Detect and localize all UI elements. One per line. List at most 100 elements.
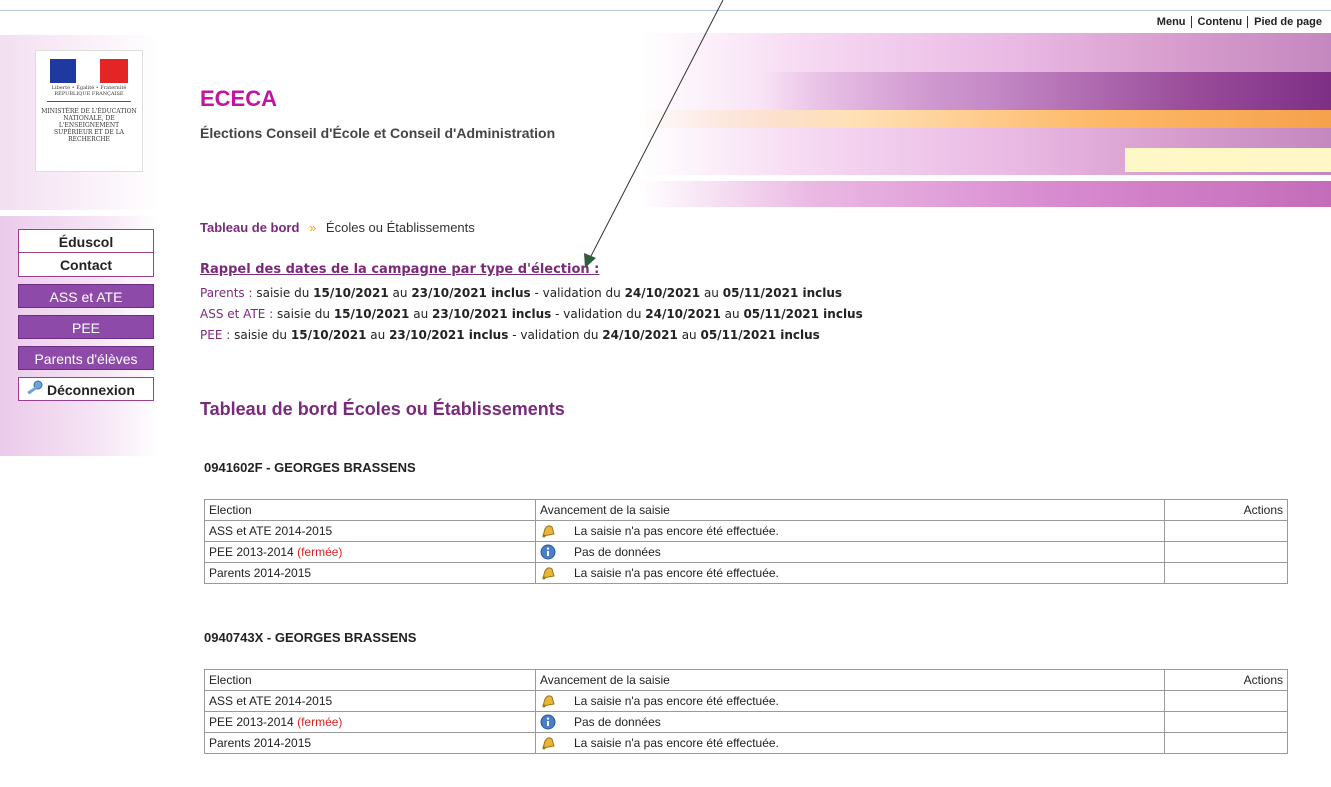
sidebar: Éduscol Contact ASS et ATE PEE Parents d… xyxy=(18,229,154,408)
campaign-date: 23/10/2021 inclus xyxy=(389,328,509,342)
status-text: La saisie n'a pas encore été effectuée. xyxy=(574,524,779,538)
campaign-text: au xyxy=(413,307,429,321)
campaign-text: - validation du xyxy=(512,328,599,342)
header-banner-yellow-block xyxy=(1125,148,1331,172)
dashboard-title: Tableau de bord Écoles ou Établissements xyxy=(200,399,565,419)
app-title: ECECA xyxy=(200,86,278,111)
campaign-date: 15/10/2021 xyxy=(290,328,367,342)
closed-badge: (fermée) xyxy=(297,715,343,729)
column-header-election: Election xyxy=(204,499,536,521)
campaign-text: au xyxy=(703,286,719,300)
table-row[interactable]: ASS et ATE 2014-2015 La saisie n'a pas en… xyxy=(204,520,1288,542)
table-header-row: Election Avancement de la saisie Actions xyxy=(204,499,1288,521)
status-text: La saisie n'a pas encore été effectuée. xyxy=(574,694,779,708)
progress-cell: La saisie n'a pas encore été effectuée. xyxy=(534,690,1166,712)
election-name: ASS et ATE 2014-2015 xyxy=(209,524,333,538)
sidebar-item-contact[interactable]: Contact xyxy=(18,253,154,277)
campaign-heading: Rappel des dates de la campagne par type… xyxy=(200,262,600,277)
breadcrumb: Tableau de bord » Écoles ou Établissemen… xyxy=(200,220,475,235)
election-cell: PEE 2013-2014 (fermée) xyxy=(204,711,536,733)
skip-link-footer[interactable]: Pied de page xyxy=(1247,16,1327,28)
column-header-election: Election xyxy=(204,669,536,691)
campaign-date: 05/11/2021 inclus xyxy=(743,307,863,321)
campaign-date: 24/10/2021 xyxy=(645,307,721,321)
campaign-text: saisie du xyxy=(234,328,288,342)
election-name: Parents 2014-2015 xyxy=(209,736,312,750)
logout-label: Déconnexion xyxy=(47,382,135,398)
election-cell: PEE 2013-2014 (fermée) xyxy=(204,541,536,563)
campaign-text: au xyxy=(392,286,408,300)
school-heading: 0941602F - GEORGES BRASSENS xyxy=(204,460,416,475)
top-border xyxy=(0,10,1331,11)
campaign-date: 05/11/2021 inclus xyxy=(700,328,820,342)
campaign-row: PEE : saisie du 15/10/2021 au 23/10/2021… xyxy=(200,325,863,346)
sidebar-item-pee[interactable]: PEE xyxy=(18,315,154,339)
campaign-text: saisie du xyxy=(256,286,310,300)
table-row[interactable]: Parents 2014-2015 La saisie n'a pas encor… xyxy=(204,562,1288,584)
progress-cell: Pas de données xyxy=(534,711,1166,733)
skip-links: Menu Contenu Pied de page xyxy=(1151,16,1327,28)
campaign-text: au xyxy=(370,328,386,342)
campaign-date: 05/11/2021 inclus xyxy=(722,286,843,300)
logout-button[interactable]: Déconnexion xyxy=(18,377,154,401)
logo-ministry: MINISTÈRE DE L'ÉDUCATION NATIONALE, DE L… xyxy=(41,108,137,143)
actions-cell xyxy=(1164,690,1288,712)
campaign-date: 15/10/2021 xyxy=(333,307,410,321)
actions-cell xyxy=(1164,520,1288,542)
campaign-type: PEE : xyxy=(200,328,231,342)
key-icon xyxy=(25,379,43,403)
actions-cell xyxy=(1164,711,1288,733)
marianne-flag-icon xyxy=(36,59,142,83)
campaign-type: Parents : xyxy=(200,286,253,300)
closed-badge: (fermée) xyxy=(297,545,343,559)
header-banner-orange-stripe xyxy=(640,110,1331,128)
school-heading: 0940743X - GEORGES BRASSENS xyxy=(204,630,417,645)
ministry-logo: Liberté • Égalité • Fraternité RÉPUBLIQU… xyxy=(35,50,143,172)
sidebar-item-ass-ate[interactable]: ASS et ATE xyxy=(18,284,154,308)
campaign-text: au xyxy=(724,307,740,321)
sidebar-item-eduscol[interactable]: Éduscol xyxy=(18,229,154,253)
skip-link-content[interactable]: Contenu xyxy=(1190,16,1248,28)
election-cell: Parents 2014-2015 xyxy=(204,732,536,754)
election-cell: Parents 2014-2015 xyxy=(204,562,536,584)
campaign-text: - validation du xyxy=(555,307,642,321)
status-text: La saisie n'a pas encore été effectuée. xyxy=(574,566,779,580)
election-cell: ASS et ATE 2014-2015 xyxy=(204,690,536,712)
election-name: ASS et ATE 2014-2015 xyxy=(209,694,333,708)
status-text: Pas de données xyxy=(574,715,661,729)
logo-motto: Liberté • Égalité • Fraternité RÉPUBLIQU… xyxy=(51,85,127,97)
column-header-actions: Actions xyxy=(1164,499,1288,521)
table-row[interactable]: ASS et ATE 2014-2015 La saisie n'a pas en… xyxy=(204,690,1288,712)
campaign-text: saisie du xyxy=(277,307,330,321)
info-icon xyxy=(540,544,556,560)
progress-cell: La saisie n'a pas encore été effectuée. xyxy=(534,732,1166,754)
actions-cell xyxy=(1164,732,1288,754)
campaign-date: 15/10/2021 xyxy=(313,286,389,300)
app-subtitle: Élections Conseil d'École et Conseil d'A… xyxy=(200,125,556,141)
status-text: Pas de données xyxy=(574,545,661,559)
election-table: Election Avancement de la saisie Actions AS… xyxy=(204,499,1288,584)
campaign-type: ASS et ATE : xyxy=(200,307,274,321)
table-header-row: Election Avancement de la saisie Actions xyxy=(204,669,1288,691)
skip-link-menu[interactable]: Menu xyxy=(1151,16,1191,28)
breadcrumb-root-link[interactable]: Tableau de bord xyxy=(200,220,299,235)
table-row[interactable]: PEE 2013-2014 (fermée) Pas de données xyxy=(204,711,1288,733)
campaign-text: au xyxy=(681,328,697,342)
campaign-row: Parents : saisie du 15/10/2021 au 23/10/… xyxy=(200,283,863,304)
bell-icon xyxy=(540,735,556,751)
election-name: Parents 2014-2015 xyxy=(209,566,312,580)
column-header-progress: Avancement de la saisie xyxy=(534,499,1166,521)
campaign-dates: Rappel des dates de la campagne par type… xyxy=(200,262,863,346)
table-row[interactable]: Parents 2014-2015 La saisie n'a pas encor… xyxy=(204,732,1288,754)
sidebar-item-parents[interactable]: Parents d'élèves xyxy=(18,346,154,370)
header-banner-bottom-stripe xyxy=(640,181,1331,207)
campaign-date: 23/10/2021 inclus xyxy=(411,286,531,300)
breadcrumb-separator: » xyxy=(309,220,317,235)
election-name: PEE 2013-2014 xyxy=(209,545,294,559)
progress-cell: La saisie n'a pas encore été effectuée. xyxy=(534,562,1166,584)
table-row[interactable]: PEE 2013-2014 (fermée) Pas de données xyxy=(204,541,1288,563)
bell-icon xyxy=(540,693,556,709)
campaign-date: 23/10/2021 inclus xyxy=(432,307,552,321)
progress-cell: La saisie n'a pas encore été effectuée. xyxy=(534,520,1166,542)
actions-cell xyxy=(1164,541,1288,563)
